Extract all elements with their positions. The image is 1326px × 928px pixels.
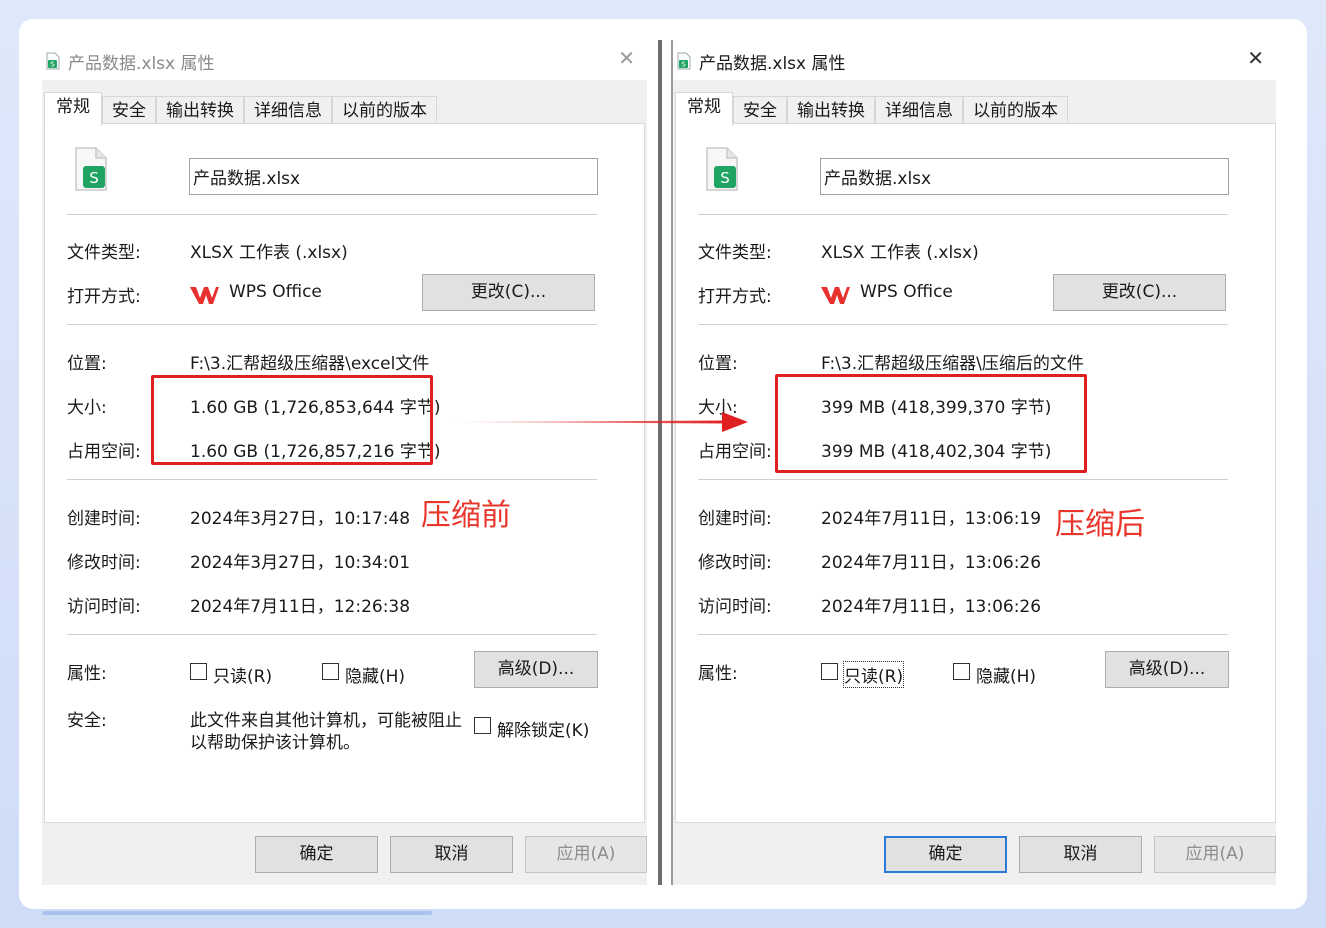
bottom-accent-bar [42,911,432,915]
advanced-button[interactable]: 高级(D)... [1105,651,1229,688]
tab-previous-versions[interactable]: 以前的版本 [963,96,1068,126]
readonly-label[interactable]: 只读(R) [842,661,905,688]
divider [698,214,1228,215]
after-size-highlight-box [775,374,1087,473]
wps-logo-icon [190,287,219,304]
modified-label: 修改时间: [698,553,772,573]
created-value: 2024年3月27日，10:17:48 [190,509,411,529]
hidden-checkbox[interactable] [322,663,339,680]
disk-size-label: 占用空间: [698,442,772,462]
advanced-button[interactable]: 高级(D)... [474,651,598,688]
divider [698,479,1228,480]
size-label: 大小: [67,398,107,418]
title-bar: S 产品数据.xlsx 属性 ✕ [42,40,647,80]
attributes-label: 属性: [698,664,738,684]
before-size-highlight-box [151,375,433,465]
attributes-label: 属性: [67,664,107,684]
hidden-checkbox[interactable] [953,663,970,680]
modified-value: 2024年3月27日，10:34:01 [190,553,411,573]
unblock-label[interactable]: 解除锁定(K) [497,716,589,741]
file-name-input[interactable] [189,158,598,195]
location-label: 位置: [698,354,738,374]
open-with-label: 打开方式: [67,287,141,307]
tab-details[interactable]: 详细信息 [244,96,332,126]
file-type-label: 文件类型: [698,243,772,263]
accessed-label: 访问时间: [698,597,772,617]
wps-logo-icon [821,287,850,304]
accessed-label: 访问时间: [67,597,141,617]
hidden-label[interactable]: 隐藏(H) [345,662,405,687]
general-panel: S 文件类型: XLSX 工作表 (.xlsx) 打开方式: WPS Offic… [675,123,1276,823]
tab-general[interactable]: 常规 [675,92,733,126]
file-type-label: 文件类型: [67,243,141,263]
file-type-value: XLSX 工作表 (.xlsx) [190,243,348,263]
cancel-button[interactable]: 取消 [390,836,513,873]
ok-button[interactable]: 确定 [884,836,1007,873]
accessed-value: 2024年7月11日，13:06:26 [821,597,1042,617]
tab-security[interactable]: 安全 [733,96,787,126]
svg-text:S: S [89,169,99,187]
divider [698,634,1228,635]
created-label: 创建时间: [698,509,772,529]
window-title: 产品数据.xlsx 属性 [68,54,215,74]
apply-button[interactable]: 应用(A) [1154,836,1276,873]
tab-general[interactable]: 常规 [44,92,102,126]
tab-output-convert[interactable]: 输出转换 [787,96,875,126]
readonly-checkbox[interactable] [190,663,207,680]
location-value: F:\3.汇帮超级压缩器\压缩后的文件 [821,354,1084,374]
location-value: F:\3.汇帮超级压缩器\excel文件 [190,354,430,374]
cancel-button[interactable]: 取消 [1019,836,1142,873]
disk-size-label: 占用空间: [67,442,141,462]
spreadsheet-file-icon: S [46,52,60,70]
change-button[interactable]: 更改(C)... [1053,274,1226,311]
ok-button[interactable]: 确定 [255,836,378,873]
tab-previous-versions[interactable]: 以前的版本 [332,96,437,126]
change-button[interactable]: 更改(C)... [422,274,595,311]
xlsx-file-icon: S [75,147,107,191]
readonly-checkbox[interactable] [821,663,838,680]
divider [67,214,597,215]
divider [67,479,597,480]
hidden-label[interactable]: 隐藏(H) [976,662,1036,687]
open-with-label: 打开方式: [698,287,772,307]
title-bar: S 产品数据.xlsx 属性 ✕ [673,40,1276,80]
divider [67,634,597,635]
comparison-arrow-icon [450,412,748,432]
divider [67,324,597,325]
accessed-value: 2024年7月11日，12:26:38 [190,597,411,617]
created-value: 2024年7月11日，13:06:19 [821,509,1042,529]
general-panel: S 文件类型: XLSX 工作表 (.xlsx) 打开方式: WPS Offic… [44,123,645,823]
file-type-value: XLSX 工作表 (.xlsx) [821,243,979,263]
tab-output-convert[interactable]: 输出转换 [156,96,244,126]
svg-text:S: S [720,169,730,187]
tab-security[interactable]: 安全 [102,96,156,126]
file-name-input[interactable] [820,158,1229,195]
unblock-checkbox[interactable] [474,717,491,734]
readonly-label[interactable]: 只读(R) [213,662,272,687]
close-icon[interactable]: ✕ [618,48,635,68]
spreadsheet-file-icon: S [677,52,691,70]
window-splitter [658,40,662,885]
location-label: 位置: [67,354,107,374]
open-with-app: WPS Office [860,282,953,302]
apply-button[interactable]: 应用(A) [525,836,647,873]
xlsx-file-icon: S [706,147,738,191]
after-compression-label: 压缩后 [1055,507,1145,542]
modified-value: 2024年7月11日，13:06:26 [821,553,1042,573]
open-with-app: WPS Office [229,282,322,302]
modified-label: 修改时间: [67,553,141,573]
tab-details[interactable]: 详细信息 [875,96,963,126]
tab-bar: 常规 安全 输出转换 详细信息 以前的版本 [675,92,1068,126]
window-title: 产品数据.xlsx 属性 [699,54,846,74]
svg-text:S: S [681,61,686,69]
created-label: 创建时间: [67,509,141,529]
security-label: 安全: [67,711,107,731]
tab-bar: 常规 安全 输出转换 详细信息 以前的版本 [44,92,437,126]
before-compression-label: 压缩前 [421,498,511,533]
security-text-line2: 以帮助保护该计算机。 [190,733,360,753]
close-icon[interactable]: ✕ [1247,48,1264,68]
svg-text:S: S [50,61,55,69]
divider [698,324,1228,325]
